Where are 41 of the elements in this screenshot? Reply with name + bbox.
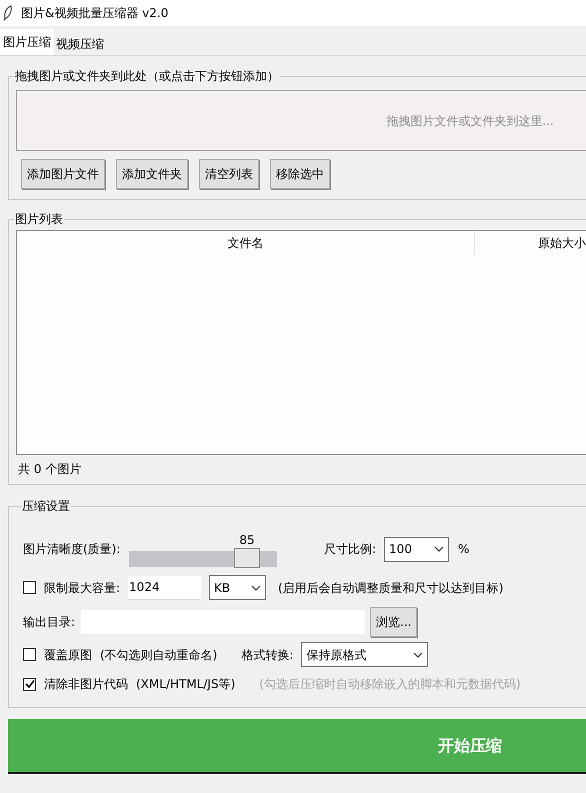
group-title: 压缩设置 [21,498,71,515]
output-label: 输出目录: [23,614,76,631]
window-title: 图片&视频批量压缩器 v2.0 [21,5,168,22]
chevron-down-icon [434,546,444,552]
image-count: 共 0 个图片 [17,461,82,478]
clean-note: (勾选后压缩时自动移除嵌入的脚本和元数据代码) [259,676,521,693]
chevron-down-icon [251,584,262,590]
feather-icon [3,5,13,21]
column-header[interactable]: 文件名 [17,231,475,255]
overwrite-hint: (不勾选则自动重命名) [100,646,218,664]
scale-label: 尺寸比例: [324,541,376,558]
tab[interactable]: 图片压缩 [0,29,54,55]
quality-label: 图片清晰度(质量): [23,541,122,558]
size-input[interactable]: 1024 [128,576,202,600]
clean-hint: (XML/HTML/JS等) [136,676,236,693]
overwrite-label: 覆盖原图 [44,646,92,664]
unit-select[interactable]: KB [209,575,266,600]
group-title: 拖拽图片或文件夹到此处（或点击下方按钮添加） [14,68,280,85]
quality-value: 85 [239,532,255,549]
checkbox[interactable] [23,581,36,594]
column-header[interactable]: 原始大小 [538,234,586,252]
toolbar-button[interactable]: 清空列表 [199,159,259,189]
toolbar-button[interactable]: 添加文件夹 [116,159,188,189]
limit-label: 限制最大容量: [44,580,120,596]
drop-prompt: 拖拽图片文件或文件夹到这里... [386,112,554,130]
clean-label: 清除非图片代码 [44,676,128,693]
checkbox[interactable] [23,678,36,690]
group-title: 图片列表 [14,211,64,228]
slider-thumb[interactable] [234,548,260,568]
toolbar-button[interactable]: 移除选中 [270,159,330,189]
chevron-down-icon [413,652,424,658]
format-label: 格式转换: [241,646,294,664]
checkmark-icon [24,679,34,689]
toolbar-button[interactable]: 添加图片文件 [21,159,105,189]
percent-sign: % [458,541,470,558]
slider-track[interactable] [129,551,277,567]
scale-select[interactable]: 100 [384,536,450,562]
format-select[interactable]: 保持原格式 [301,642,428,667]
checkbox[interactable] [23,648,36,661]
browse-button[interactable]: 浏览... [370,607,418,637]
limit-hint: (启用后会自动调整质量和尺寸以达到目标) [278,580,504,596]
